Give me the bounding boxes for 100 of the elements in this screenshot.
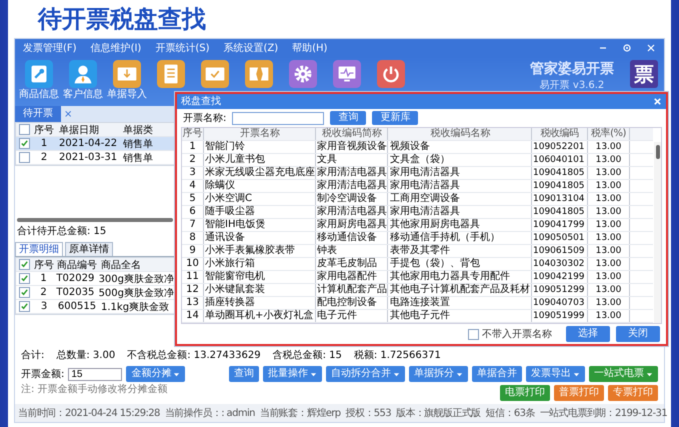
table-cell: 移动通信设备 — [316, 232, 388, 244]
table-cell: 14 — [182, 310, 204, 322]
table-cell: 5 — [182, 193, 204, 205]
row-checkbox[interactable] — [19, 301, 30, 312]
table-cell: 109050501 — [532, 232, 588, 244]
action-button[interactable]: 单据拆分 — [409, 366, 468, 382]
table-cell: 家用电清洁器具 — [388, 167, 532, 179]
summary-text: 不含税总金额: 13.27433629 — [127, 348, 261, 362]
name-input-field[interactable] — [232, 112, 324, 124]
table-cell: 109042199 — [532, 271, 588, 283]
summary-text: 总数量: 3.00 — [56, 348, 116, 362]
table-cell: 其他电子元件 — [388, 310, 532, 322]
table-cell: 13.00 — [588, 167, 630, 179]
action-button[interactable]: 批量操作 — [263, 366, 322, 382]
action-button[interactable]: 一站式电票 — [589, 366, 658, 382]
table-cell: 随手吸尘器 — [204, 206, 316, 218]
document-tab[interactable]: 待开票 — [15, 106, 61, 122]
table-cell: 13.00 — [588, 219, 630, 231]
table-cell: 109041799 — [532, 219, 588, 231]
table-cell: 皮革毛皮制品 — [316, 258, 388, 270]
table-cell: 13.00 — [588, 193, 630, 205]
menu-item[interactable]: 发票管理(F) — [23, 41, 77, 55]
download-icon[interactable] — [113, 60, 141, 88]
table-cell: 家用清洁电器具 — [316, 180, 388, 192]
order-row[interactable]: 2 2021-03-31 销售单 — [16, 151, 174, 165]
toolbar-label: 商品信息 — [19, 88, 59, 101]
row-checkbox[interactable] — [19, 152, 30, 163]
table-cell: 小米儿童书包 — [204, 154, 316, 166]
table-cell-text: 销售单 — [122, 152, 154, 164]
column-header: 商品全名 — [100, 258, 142, 272]
brand-name: 管家婆易开票 — [530, 60, 614, 78]
detail-tab[interactable]: 原单详情 — [65, 242, 113, 256]
amount-input-field[interactable]: 15 — [68, 368, 122, 380]
order-row[interactable]: 1 2021-04-22 销售单 — [16, 137, 174, 151]
table-cell-text: 1 — [40, 138, 48, 149]
row-checkbox[interactable] — [19, 287, 30, 298]
row-checkbox[interactable] — [19, 273, 30, 284]
split-dropdown[interactable]: 金额分摊 — [126, 366, 186, 382]
menu-item[interactable]: 信息维护(I) — [90, 41, 142, 55]
action-button[interactable]: 自动拆分合并 — [326, 366, 405, 382]
select-all-checkbox[interactable] — [19, 259, 30, 270]
wrench-icon[interactable] — [25, 60, 53, 88]
menu-item[interactable]: 开票统计(S) — [155, 41, 210, 55]
table-cell: 手提包（袋）、背包 — [388, 258, 532, 270]
detail-tab[interactable]: 开票明细 — [15, 242, 63, 256]
table-cell: 家用音视频设备 — [316, 141, 388, 153]
ticket-check-icon[interactable] — [201, 60, 229, 88]
dialog-button[interactable]: 更新库 — [372, 111, 418, 125]
ticket-split-icon[interactable] — [245, 60, 273, 88]
action-button[interactable]: 单据合并 — [472, 366, 522, 382]
total-text: 合计待开总金额: 15 — [16, 225, 108, 239]
action-button[interactable]: 专票打印 — [608, 385, 658, 401]
table-cell: 13.00 — [588, 297, 630, 309]
close-tab-icon[interactable]: × — [61, 108, 76, 120]
list-icon[interactable] — [157, 60, 185, 88]
table-cell: 109051299 — [532, 284, 588, 296]
table-cell: 9 — [182, 245, 204, 257]
field-label: 开票名称: — [183, 112, 226, 125]
settings-icon[interactable] — [289, 60, 317, 88]
table-cell: 11 — [182, 271, 204, 283]
note-text: 注: 开票金额手动修改将分摊金额 — [21, 382, 169, 396]
table-cell: 4 — [182, 180, 204, 192]
column-header: 序号 — [33, 124, 55, 136]
table-cell: 109040703 — [532, 297, 588, 309]
column-header: 税收编码 — [532, 128, 588, 140]
dialog-button[interactable]: 选择 — [566, 326, 610, 342]
table-cell: 制冷空调设备 — [316, 193, 388, 205]
table-cell: 家用清洁电器具 — [316, 206, 388, 218]
monitor-icon[interactable] — [333, 60, 361, 88]
close-icon[interactable] — [653, 97, 662, 106]
dialog-button[interactable]: 查询 — [330, 111, 366, 125]
table-cell-text: T02035 — [55, 287, 96, 298]
action-button[interactable]: 普票打印 — [554, 385, 604, 401]
table-cell: 109013104 — [532, 193, 588, 205]
table-cell: 移动通信手持机（手机） — [388, 232, 532, 244]
scrollbar[interactable] — [17, 218, 173, 222]
scrollbar[interactable] — [654, 142, 661, 323]
table-cell-text: 300g爽肤金致净 — [98, 272, 174, 286]
dialog-button[interactable]: 关闭 — [616, 326, 660, 342]
menu-item[interactable]: 系统设置(Z) — [223, 41, 278, 55]
action-button[interactable]: 发票导出 — [526, 366, 585, 382]
table-cell: 其他家用电力器具专用配件 — [388, 271, 532, 283]
table-cell: 10 — [182, 258, 204, 270]
caret-icon — [456, 370, 463, 378]
status-text: 当前账套：辉煌erp — [260, 406, 341, 420]
row-checkbox[interactable] — [19, 138, 30, 149]
version-text: 易开票 v3.6.2 — [540, 79, 604, 92]
option-checkbox[interactable] — [468, 328, 479, 340]
menu-item[interactable]: 帮助(H) — [292, 41, 328, 55]
table-cell: 2 — [182, 154, 204, 166]
action-button[interactable]: 电票打印 — [500, 385, 550, 401]
power-icon[interactable] — [377, 60, 405, 88]
table-cell: 配电控制设备 — [316, 297, 388, 309]
settings-icon[interactable] — [622, 43, 632, 53]
table-cell: 计算机配套产品 — [316, 284, 388, 296]
person-icon[interactable] — [69, 60, 97, 88]
select-all-checkbox[interactable] — [19, 124, 30, 135]
close-icon[interactable] — [646, 43, 656, 53]
caret-icon — [173, 370, 180, 378]
action-button[interactable]: 查询 — [229, 366, 259, 382]
